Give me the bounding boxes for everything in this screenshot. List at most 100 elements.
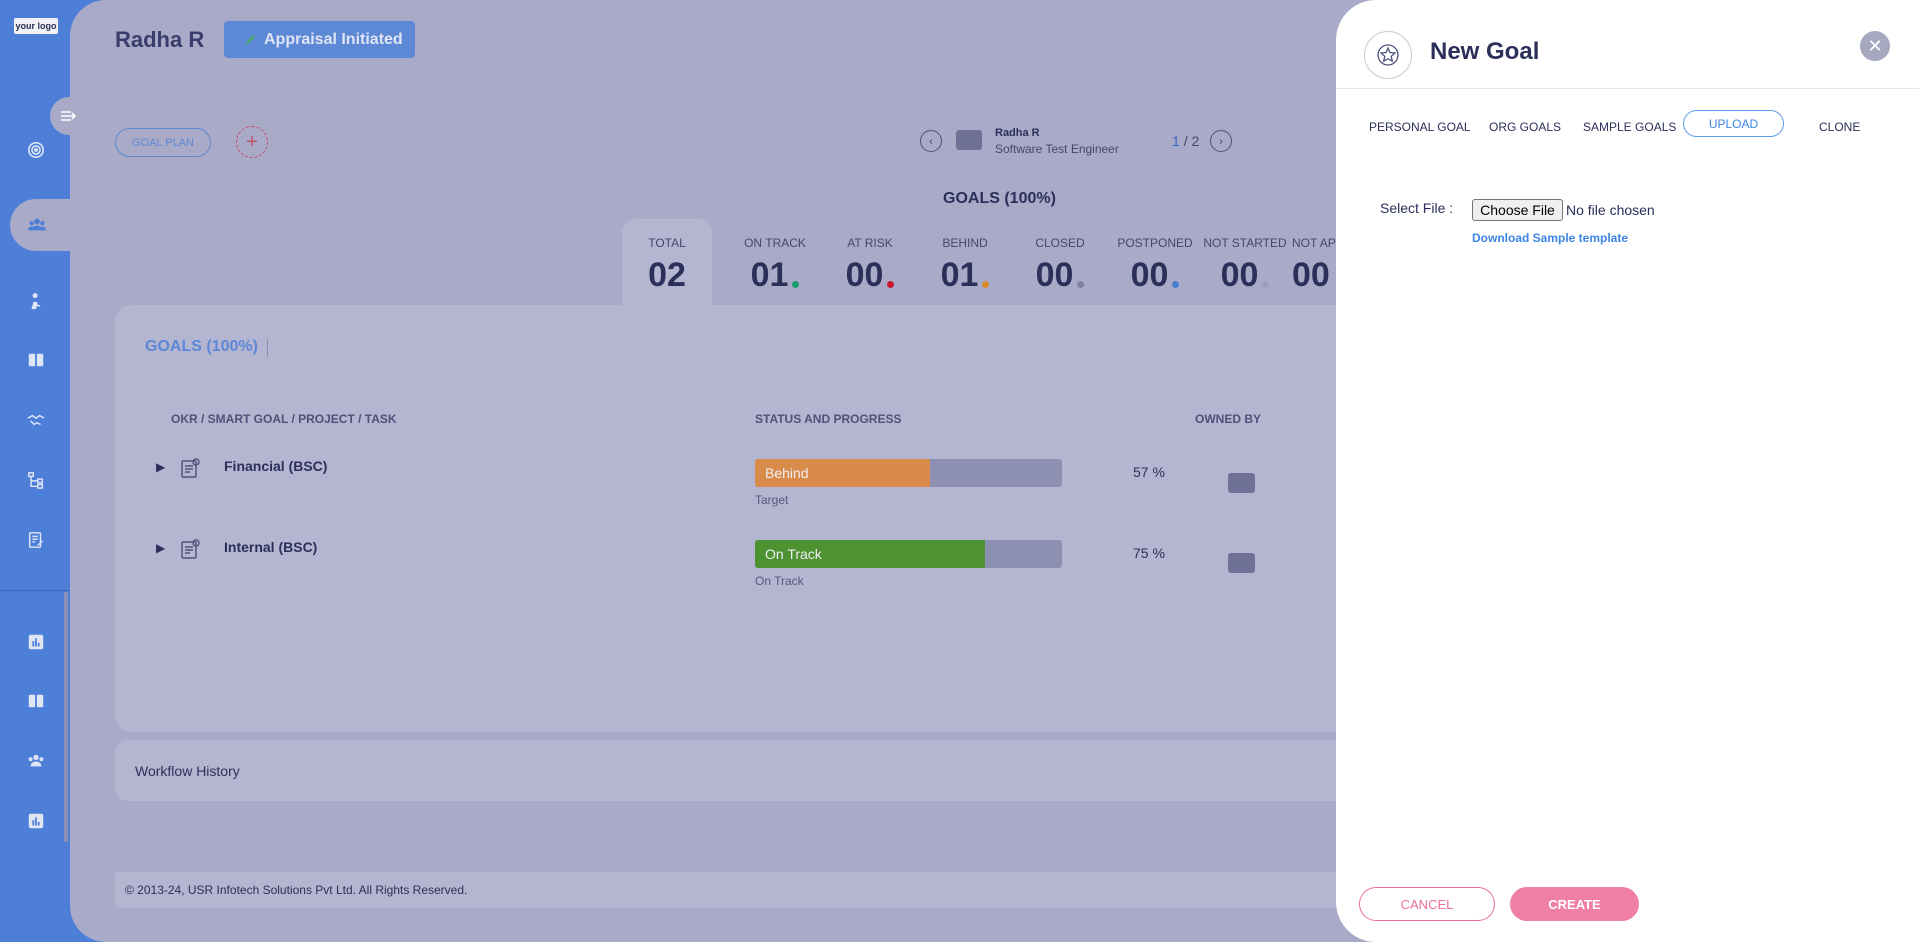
- app-logo: your logo: [14, 18, 58, 34]
- team-icon[interactable]: [25, 213, 49, 237]
- target-icon[interactable]: [24, 138, 48, 162]
- new-goal-panel: New Goal ✕ PERSONAL GOAL ORG GOALS SAMPL…: [1336, 0, 1919, 942]
- stat-at-risk[interactable]: AT RISK 00: [825, 236, 915, 295]
- goal-name[interactable]: Financial (BSC): [224, 458, 327, 474]
- stat-label: AT RISK: [847, 236, 893, 250]
- stat-value: 01: [940, 256, 979, 294]
- goals-summary-heading: GOALS (100%): [943, 190, 1056, 207]
- sidebar: your logo: [0, 0, 80, 942]
- sidebar-toggle-button[interactable]: [50, 97, 88, 135]
- stat-not-started[interactable]: NOT STARTED 00: [1200, 236, 1290, 295]
- tab-org-goals[interactable]: ORG GOALS: [1489, 117, 1561, 137]
- stat-value: 00: [845, 256, 884, 294]
- expand-row-icon[interactable]: ▶: [156, 460, 165, 474]
- status-dot: [887, 281, 895, 288]
- column-header-goal: OKR / SMART GOAL / PROJECT / TASK: [171, 412, 397, 426]
- stat-label: NOT STARTED: [1203, 236, 1287, 250]
- pager-total: 2: [1191, 133, 1200, 149]
- workflow-history-section[interactable]: Workflow History: [115, 740, 1415, 801]
- stat-label: ON TRACK: [744, 236, 806, 250]
- create-button[interactable]: CREATE: [1510, 887, 1639, 921]
- stat-value: 01: [750, 256, 789, 294]
- goal-checklist-icon: [181, 539, 200, 559]
- book-icon-2[interactable]: [24, 689, 48, 713]
- tab-sample-goals[interactable]: SAMPLE GOALS: [1583, 117, 1676, 137]
- goals-card: GOALS (100%) OKR / SMART GOAL / PROJECT …: [115, 305, 1415, 732]
- owner-avatar: [1228, 473, 1255, 493]
- goal-checklist-icon: [181, 458, 200, 478]
- sidebar-scrollbar[interactable]: [64, 592, 68, 842]
- file-status-text: No file chosen: [1566, 202, 1655, 218]
- appraisal-status-label: Appraisal Initiated: [264, 30, 403, 48]
- employee-name: Radha R: [995, 127, 1040, 139]
- status-dot: [1077, 281, 1085, 288]
- sidebar-divider: [0, 590, 70, 591]
- column-header-owner: OWNED BY: [1195, 412, 1261, 426]
- progress-status-label: On Track: [765, 546, 822, 562]
- employee-designation: Software Test Engineer: [995, 142, 1119, 156]
- cancel-button[interactable]: CANCEL: [1359, 887, 1495, 921]
- stat-postponed[interactable]: POSTPONED 00: [1110, 236, 1200, 295]
- progress-bar-fill: On Track: [755, 540, 986, 568]
- form-edit-icon[interactable]: [24, 528, 48, 552]
- pager-separator: /: [1183, 133, 1188, 149]
- progress-sub-status: Target: [755, 493, 789, 507]
- stat-label: TOTAL: [648, 236, 686, 250]
- handshake-icon[interactable]: [24, 408, 48, 432]
- next-employee-button[interactable]: ›: [1210, 130, 1232, 152]
- download-sample-template-link[interactable]: Download Sample template: [1472, 231, 1628, 245]
- progress-percent: 57 %: [1133, 464, 1165, 480]
- panel-title: New Goal: [1430, 38, 1540, 65]
- tab-clone[interactable]: CLONE: [1819, 117, 1860, 137]
- choose-file-button[interactable]: Choose File: [1472, 199, 1563, 221]
- page-footer: © 2013-24, USR Infotech Solutions Pvt Lt…: [115, 872, 1415, 908]
- goal-star-icon: [1364, 31, 1412, 79]
- select-file-label: Select File :: [1380, 200, 1454, 216]
- tab-personal-goal[interactable]: PERSONAL GOAL: [1369, 117, 1471, 137]
- chevron-right-icon: ›: [1219, 134, 1223, 148]
- status-dot: [1172, 281, 1180, 288]
- stat-label: CLOSED: [1035, 236, 1085, 250]
- stat-on-track[interactable]: ON TRACK 01: [730, 236, 820, 295]
- goal-plan-button[interactable]: GOAL PLAN: [115, 128, 211, 157]
- employee-avatar: [956, 130, 982, 150]
- book-icon[interactable]: [24, 348, 48, 372]
- copyright-text: © 2013-24, USR Infotech Solutions Pvt Lt…: [125, 883, 468, 897]
- appraisal-status-badge: Appraisal Initiated: [224, 21, 415, 58]
- stat-label: POSTPONED: [1117, 236, 1193, 250]
- goal-name[interactable]: Internal (BSC): [224, 539, 317, 555]
- progress-percent: 75 %: [1133, 545, 1165, 561]
- previous-employee-button[interactable]: ‹: [920, 130, 942, 152]
- panel-divider: [1336, 88, 1919, 89]
- tab-upload[interactable]: UPLOAD: [1683, 110, 1784, 137]
- employee-pager: 1 / 2: [1172, 133, 1199, 149]
- stat-value: 00: [1292, 256, 1330, 294]
- progress-bar: Behind: [755, 459, 1062, 487]
- person-icon[interactable]: [24, 289, 48, 313]
- stat-value: 02: [648, 256, 686, 294]
- stat-value: 00: [1035, 256, 1074, 294]
- close-panel-button[interactable]: ✕: [1860, 31, 1890, 61]
- status-dot: [792, 281, 800, 288]
- close-icon: ✕: [1867, 35, 1883, 56]
- report-chart-icon[interactable]: [24, 630, 48, 654]
- add-goal-button[interactable]: +: [236, 126, 268, 158]
- status-dot: [982, 281, 990, 288]
- stat-total[interactable]: TOTAL 02: [622, 236, 712, 295]
- progress-bar-fill: Behind: [755, 459, 930, 487]
- group-icon[interactable]: [24, 749, 48, 773]
- pager-current: 1: [1172, 133, 1180, 149]
- collapse-arrow-icon: [61, 111, 77, 121]
- stat-closed[interactable]: CLOSED 00: [1015, 236, 1105, 295]
- hierarchy-icon[interactable]: [24, 468, 48, 492]
- status-dot: [1262, 281, 1270, 288]
- employee-header-name: Radha R: [115, 27, 205, 52]
- goals-card-title: GOALS (100%): [145, 338, 258, 355]
- expand-row-icon[interactable]: ▶: [156, 541, 165, 555]
- pencil-icon: [246, 34, 255, 45]
- stat-label: BEHIND: [942, 236, 988, 250]
- title-divider: [267, 339, 268, 357]
- analytics-icon[interactable]: [24, 809, 48, 833]
- stat-behind[interactable]: BEHIND 01: [920, 236, 1010, 295]
- chevron-left-icon: ‹: [929, 134, 933, 148]
